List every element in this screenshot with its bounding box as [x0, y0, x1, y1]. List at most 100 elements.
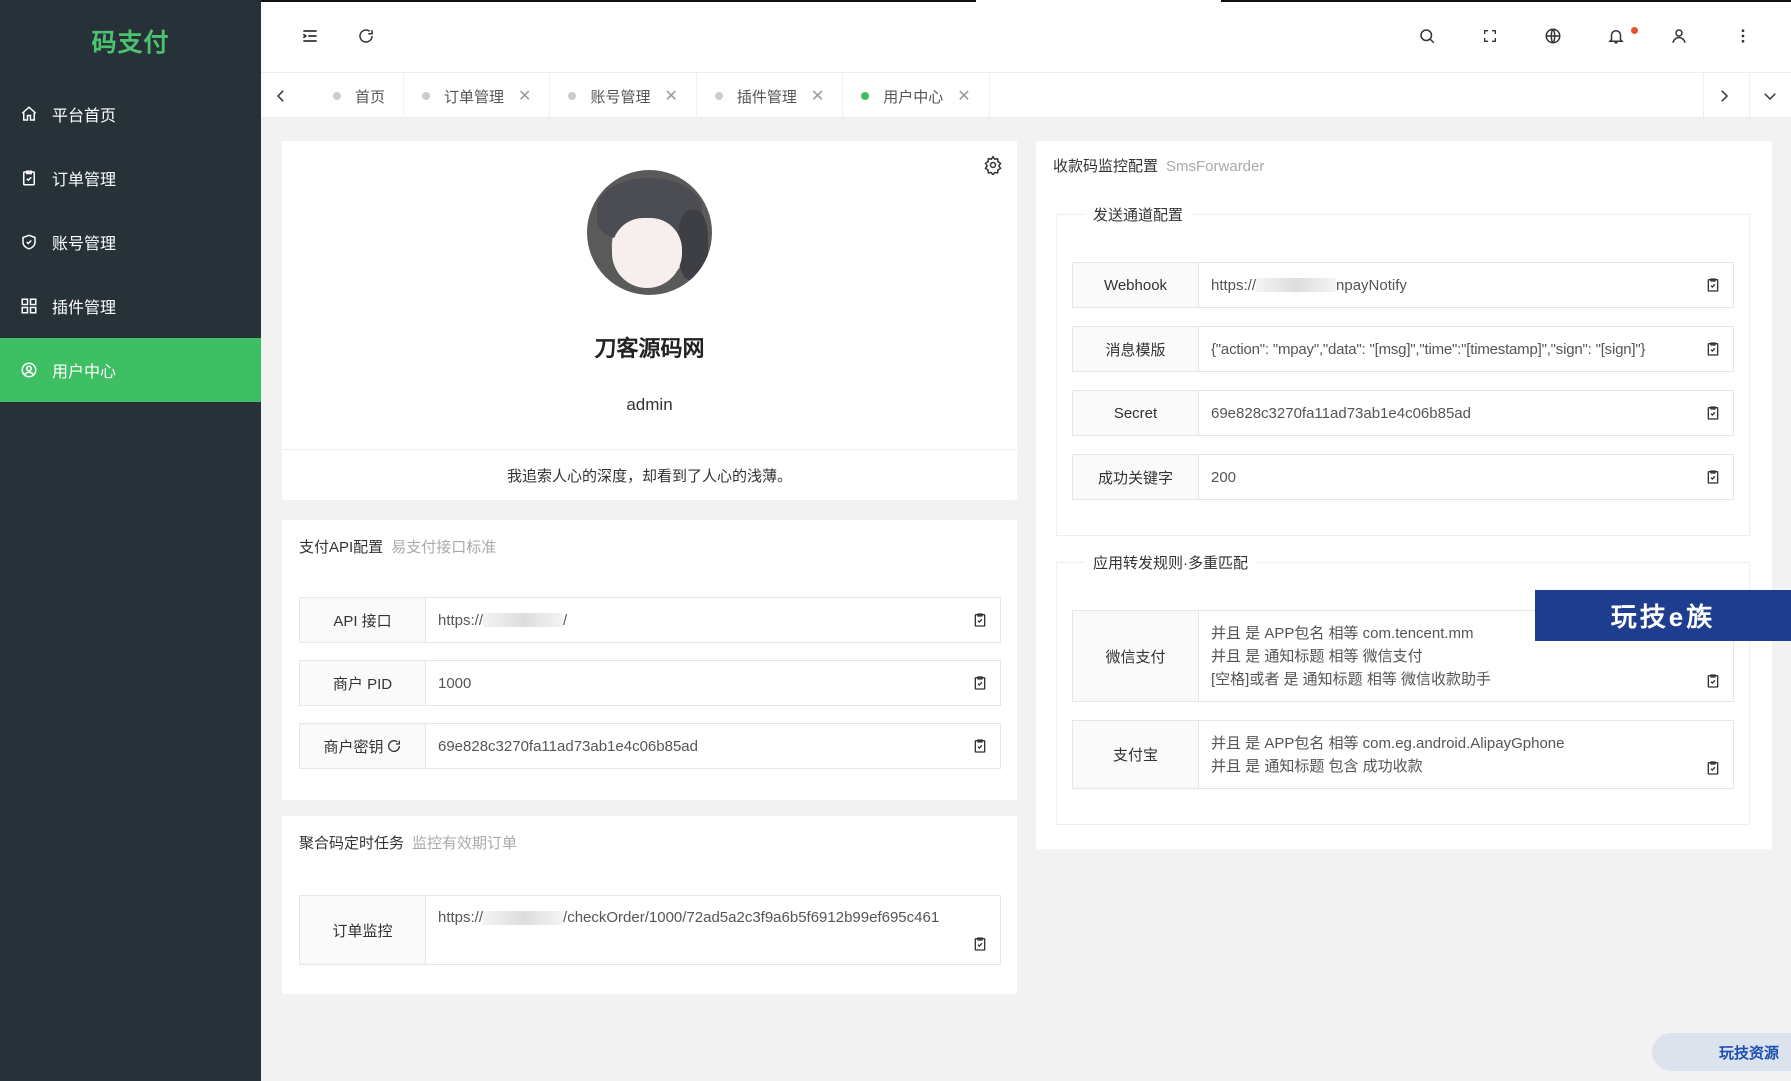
close-icon[interactable]: ✕ [518, 86, 531, 106]
field-value: {"action": "mpay","data": "[msg]","time"… [1211, 340, 1646, 358]
card-subtitle: SmsForwarder [1166, 158, 1265, 175]
merchant-pid-field[interactable]: 1000 [426, 661, 1000, 705]
field-label: 商户密钥 [300, 724, 426, 768]
api-url-field[interactable]: https:// / [426, 598, 1000, 642]
card-title: 收款码监控配置 SmsForwarder [1053, 155, 1264, 176]
card-title: 聚合码定时任务 监控有效期订单 [299, 832, 517, 853]
more-vertical-icon[interactable] [1731, 24, 1755, 48]
menu-collapse-icon[interactable] [298, 24, 322, 48]
merchant-key-field[interactable]: 69e828c3270fa11ad73ab1e4c06b85ad [426, 724, 1000, 768]
home-icon [20, 105, 38, 123]
copy-icon[interactable] [1705, 405, 1721, 421]
close-icon[interactable]: ✕ [811, 86, 824, 106]
tab-scroll-right[interactable] [1703, 73, 1743, 119]
tab-scroll-left[interactable] [261, 73, 301, 119]
profile-card: 刀客源码网 admin 我追索人心的深度，却看到了人心的浅薄。 [282, 141, 1017, 500]
close-icon[interactable]: ✕ [957, 86, 970, 106]
pay-api-card: 支付API配置 易支付接口标准 API 接口 https:// / 商户 PID 1… [282, 520, 1017, 800]
avatar [587, 170, 712, 295]
secret-field[interactable]: 69e828c3270fa11ad73ab1e4c06b85ad [1199, 391, 1733, 435]
tab-label: 首页 [355, 88, 386, 106]
sidebar-item-plugins[interactable]: 插件管理 [0, 274, 261, 338]
profile-name: 刀客源码网 [594, 336, 705, 361]
tab-dot [422, 92, 431, 100]
sidebar-item-user-center[interactable]: 用户中心 [0, 338, 261, 402]
tab-dropdown[interactable] [1749, 73, 1789, 119]
copy-icon[interactable] [972, 675, 988, 691]
copy-icon[interactable] [1705, 760, 1721, 776]
fieldset-legend: 应用转发规则·多重匹配 [1085, 552, 1256, 573]
fieldset-legend: 发送通道配置 [1085, 204, 1192, 225]
rule-line: 并且 是 APP包名 相等 com.eg.android.AlipayGphon… [1211, 734, 1565, 752]
tab-dot [568, 92, 577, 100]
sidebar-item-home[interactable]: 平台首页 [0, 82, 261, 146]
order-monitor-field[interactable]: https:// /checkOrder/1000/72ad5a2c3f9a6b5… [426, 896, 1000, 964]
tab-orders[interactable]: 订单管理 ✕ [404, 73, 551, 119]
fullscreen-icon[interactable] [1478, 24, 1502, 48]
refresh-icon[interactable] [354, 24, 378, 48]
card-title-text: 支付API配置 [299, 539, 384, 556]
api-url-row: API 接口 https:// / [299, 597, 1001, 643]
progress-gap [976, 0, 1221, 2]
copy-icon[interactable] [1705, 341, 1721, 357]
grid-icon [20, 297, 38, 315]
close-icon[interactable]: ✕ [664, 86, 677, 106]
copy-icon[interactable] [1705, 673, 1721, 689]
field-label: 订单监控 [300, 896, 426, 964]
search-icon[interactable] [1415, 24, 1439, 48]
redacted-blur [483, 613, 564, 627]
refresh-key-icon[interactable] [386, 738, 402, 754]
copy-icon[interactable] [972, 738, 988, 754]
url-prefix: https:// [1211, 276, 1257, 294]
app-logo[interactable]: 码支付 [0, 0, 261, 82]
webhook-row: Webhook https:// npayNotify [1072, 262, 1734, 308]
bell-icon[interactable] [1604, 24, 1638, 48]
merchant-key-row: 商户密钥 69e828c3270fa11ad73ab1e4c06b85ad [299, 723, 1001, 769]
notification-dot [1631, 27, 1638, 34]
rule-line: 并且 是 通知标题 包含 成功收款 [1211, 757, 1423, 775]
tab-dot [861, 92, 870, 100]
message-template-field[interactable]: {"action": "mpay","data": "[msg]","time"… [1199, 327, 1733, 371]
sidebar-item-accounts[interactable]: 账号管理 [0, 210, 261, 274]
sidebar-item-label: 插件管理 [52, 300, 117, 317]
tab-dot [333, 92, 341, 100]
field-label: API 接口 [300, 598, 426, 642]
url-prefix: https:// [438, 611, 484, 629]
clipboard-check-icon [20, 169, 38, 187]
tab-home[interactable]: 首页 [315, 73, 405, 119]
tab-user-center[interactable]: 用户中心 ✕ [843, 73, 990, 119]
sidebar-item-label: 平台首页 [52, 108, 117, 125]
card-title-text: 收款码监控配置 [1053, 158, 1159, 175]
copy-icon[interactable] [1705, 469, 1721, 485]
order-monitor-row: 订单监控 https:// /checkOrder/1000/72ad5a2c3f… [299, 895, 1001, 965]
field-label: Webhook [1073, 263, 1199, 307]
tab-accounts[interactable]: 账号管理 ✕ [550, 73, 697, 119]
tab-dot [714, 92, 723, 100]
card-subtitle: 监控有效期订单 [412, 835, 518, 852]
shield-check-icon [20, 233, 38, 251]
url-prefix: https:// [438, 909, 484, 926]
sidebar-item-label: 订单管理 [52, 172, 117, 189]
success-keyword-field[interactable]: 200 [1199, 455, 1733, 499]
copy-icon[interactable] [972, 936, 988, 952]
sidebar: 码支付 平台首页 订单管理 账号管理 插件管理 用户中心 [0, 0, 261, 1081]
alipay-rule-field[interactable]: 并且 是 APP包名 相等 com.eg.android.AlipayGphon… [1199, 721, 1733, 788]
gear-icon[interactable] [983, 155, 1003, 180]
copy-icon[interactable] [972, 612, 988, 628]
tab-label: 账号管理 [590, 88, 651, 106]
secret-row: Secret 69e828c3270fa11ad73ab1e4c06b85ad [1072, 390, 1734, 436]
monitor-card: 收款码监控配置 SmsForwarder 发送通道配置 Webhook https… [1036, 141, 1772, 849]
rule-line: [空格]或者 是 通知标题 相等 微信收款助手 [1211, 670, 1492, 688]
webhook-field[interactable]: https:// npayNotify [1199, 263, 1733, 307]
user-icon[interactable] [1667, 24, 1691, 48]
field-value: 69e828c3270fa11ad73ab1e4c06b85ad [1211, 404, 1471, 422]
sidebar-item-orders[interactable]: 订单管理 [0, 146, 261, 210]
merchant-pid-row: 商户 PID 1000 [299, 660, 1001, 706]
copy-icon[interactable] [1705, 277, 1721, 293]
globe-icon[interactable] [1541, 24, 1565, 48]
tab-plugins[interactable]: 插件管理 ✕ [697, 73, 844, 119]
top-header [261, 0, 1791, 72]
field-label: Secret [1073, 391, 1199, 435]
tab-label: 插件管理 [736, 88, 797, 106]
message-template-row: 消息模版 {"action": "mpay","data": "[msg]","… [1072, 326, 1734, 372]
